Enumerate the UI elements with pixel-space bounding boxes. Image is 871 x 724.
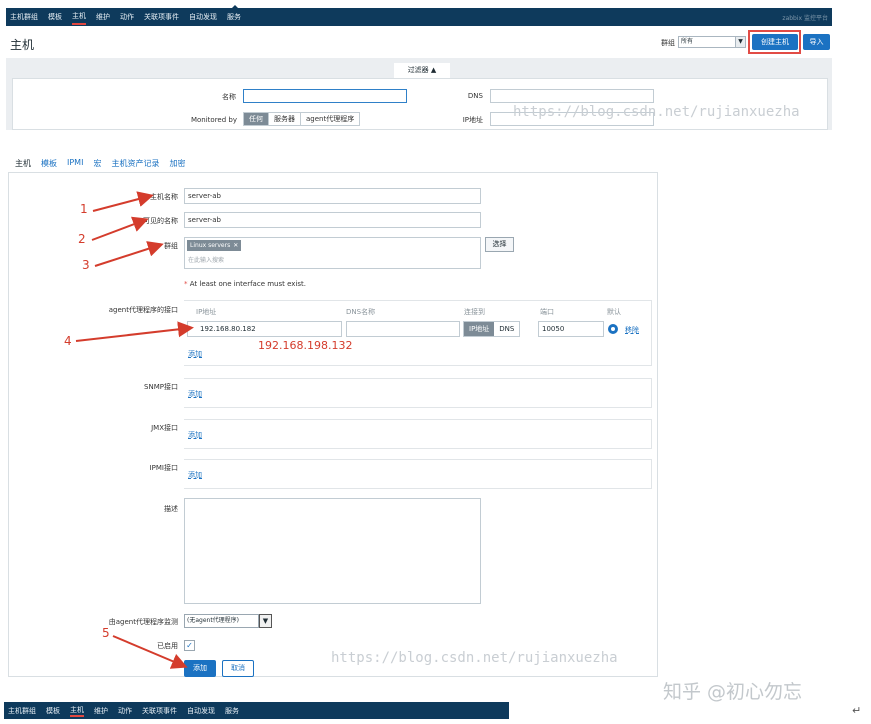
bottom-nav-hosts[interactable]: 主机: [70, 705, 84, 717]
bottom-nav-templates[interactable]: 模板: [46, 706, 60, 716]
zhihu-watermark: 知乎 @初心勿忘: [663, 681, 803, 703]
bottom-nav-maintenance[interactable]: 维护: [94, 706, 108, 716]
arrow-1: [92, 191, 154, 212]
bottom-nav-discovery[interactable]: 自动发现: [187, 706, 215, 716]
arrow-4: [75, 321, 194, 342]
paragraph-mark-icon: ↵: [852, 704, 862, 717]
bottom-nav-services[interactable]: 服务: [225, 706, 239, 716]
bottom-nav: 主机群组 模板 主机 维护 动作 关联项事件 自动发现 服务: [4, 702, 509, 719]
bottom-nav-event-correlation[interactable]: 关联项事件: [142, 706, 177, 716]
bottom-nav-host-groups[interactable]: 主机群组: [8, 706, 36, 716]
arrow-3: [94, 241, 164, 267]
annotation-arrows: [75, 191, 194, 669]
bottom-nav-actions[interactable]: 动作: [118, 706, 132, 716]
arrow-5: [112, 635, 188, 669]
arrow-2: [91, 216, 149, 241]
